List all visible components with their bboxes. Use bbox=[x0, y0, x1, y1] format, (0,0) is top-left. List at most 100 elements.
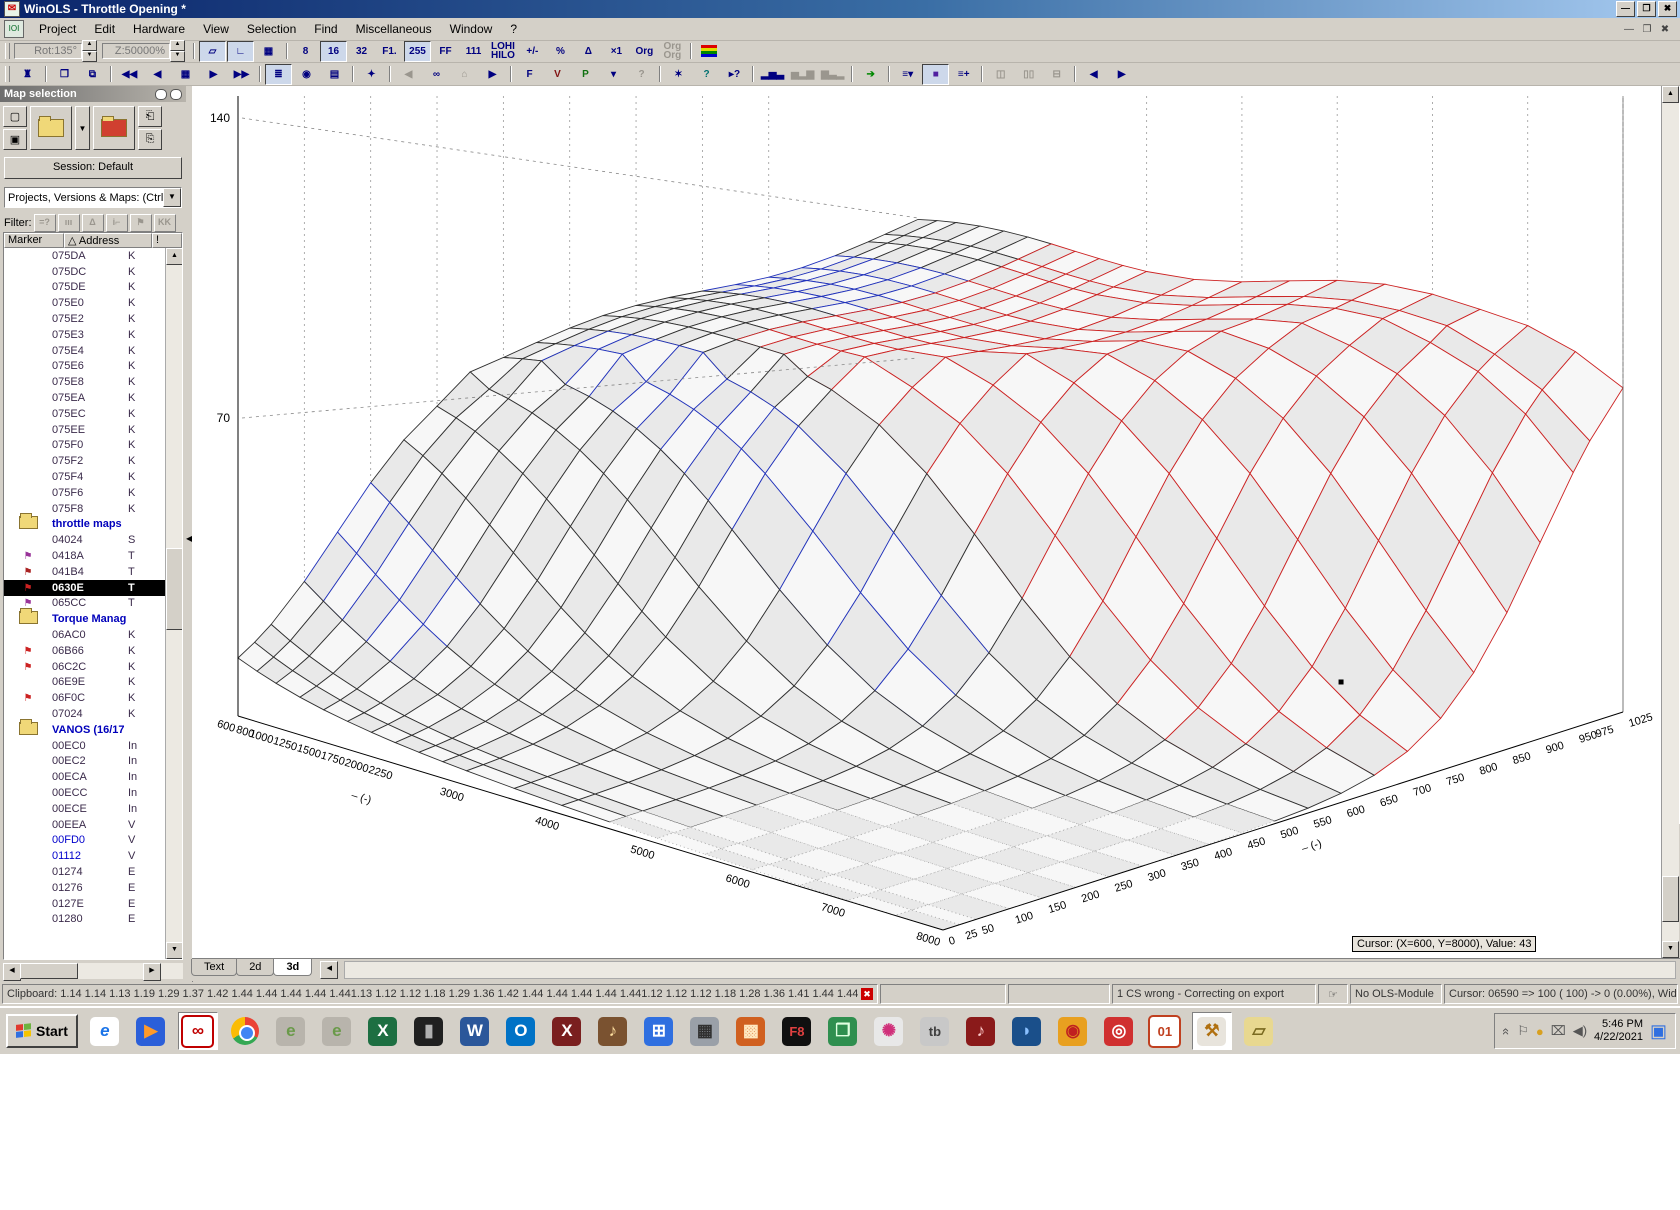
wrench-icon[interactable]: ⚒ bbox=[1191, 1012, 1232, 1050]
map-row[interactable]: 01274 E bbox=[4, 864, 182, 880]
map-row[interactable]: ⚑ 0418A T bbox=[4, 548, 182, 564]
scroll-left-icon[interactable]: ◀ bbox=[3, 963, 21, 981]
panel-restore-icon[interactable] bbox=[155, 88, 167, 100]
import-file-button[interactable]: ⎗ bbox=[138, 106, 162, 127]
menu-hardware[interactable]: Hardware bbox=[124, 20, 194, 38]
factor-button[interactable]: ×1 bbox=[602, 40, 630, 62]
internet-explorer-icon[interactable]: e bbox=[86, 1013, 124, 1049]
scroll-down-icon[interactable]: ▼ bbox=[166, 942, 182, 959]
new-project-button[interactable]: ▢ bbox=[3, 106, 27, 127]
show-mode-dropdown[interactable]: ▾ bbox=[600, 63, 627, 85]
show-values-button[interactable]: V bbox=[544, 63, 571, 85]
map-row[interactable]: 075F2 K bbox=[4, 453, 182, 469]
winols-app-icon[interactable]: ∞ bbox=[177, 1012, 218, 1050]
chrome-icon[interactable] bbox=[226, 1013, 264, 1049]
filter-button-2[interactable]: Δ bbox=[81, 214, 104, 232]
map-list-vertical-scrollbar[interactable]: ▲ ▼ bbox=[165, 248, 182, 959]
map-row[interactable]: ⚑ 0630E T bbox=[4, 579, 182, 596]
scroll-right-icon[interactable]: ▶ bbox=[143, 963, 161, 981]
scrollbar-thumb[interactable] bbox=[20, 963, 78, 979]
tb-tool-icon[interactable]: tb bbox=[916, 1013, 954, 1049]
map-row[interactable]: 075DE K bbox=[4, 280, 182, 296]
preview-button[interactable]: ◉ bbox=[293, 63, 320, 85]
last-map-button[interactable]: ▶▶ bbox=[228, 63, 255, 85]
original-button[interactable]: Org bbox=[630, 40, 658, 62]
map-row[interactable]: ⚑ 06C2C K bbox=[4, 659, 182, 675]
auto-search-button[interactable]: ✶ bbox=[665, 63, 692, 85]
import-project-button[interactable] bbox=[93, 106, 135, 150]
map-row[interactable]: 075E6 K bbox=[4, 359, 182, 375]
map-row[interactable]: 00ECA In bbox=[4, 769, 182, 785]
excel-icon[interactable]: X bbox=[364, 1013, 402, 1049]
menu-[interactable]: ? bbox=[501, 20, 526, 38]
map-row[interactable]: 075F6 K bbox=[4, 485, 182, 501]
media-grid-icon[interactable]: ▩ bbox=[732, 1013, 770, 1049]
surface-3d-mesh[interactable]: 7014060080010001250150017502000225030004… bbox=[192, 86, 1662, 958]
window-next-button[interactable]: ▶ bbox=[1108, 63, 1136, 85]
map-row[interactable]: 075E4 K bbox=[4, 343, 182, 359]
folder-row[interactable]: VANOS (16/17 bbox=[4, 718, 182, 738]
original-original-button[interactable]: Org Org bbox=[658, 40, 686, 62]
calculator-icon[interactable]: ▦ bbox=[686, 1013, 724, 1049]
guitar-tool-icon[interactable]: ♪ bbox=[594, 1013, 632, 1049]
eprom-chip-icon[interactable]: ▮ bbox=[410, 1013, 448, 1049]
byte-order-button[interactable]: LOHI HILO bbox=[488, 40, 518, 62]
upload-button[interactable]: ⌂ bbox=[451, 63, 478, 85]
map-3d-view-button[interactable]: ∟ bbox=[227, 40, 254, 62]
zoom-field-value[interactable]: Z:50000% bbox=[102, 43, 170, 59]
map-row[interactable]: 075EE K bbox=[4, 422, 182, 438]
show-desktop-icon[interactable]: ▣ bbox=[1650, 1021, 1667, 1042]
magic-hat-button[interactable]: ♜ bbox=[14, 63, 41, 85]
avg-lock-icon[interactable]: ◉ bbox=[1054, 1013, 1092, 1049]
map-row[interactable]: 0127E E bbox=[4, 896, 182, 912]
tray-alert-icon[interactable]: ● bbox=[1536, 1024, 1544, 1039]
map-row[interactable]: 075E2 K bbox=[4, 311, 182, 327]
ecu-tool-1-icon[interactable]: e bbox=[272, 1013, 310, 1049]
split-vertical-button[interactable]: ▯▯ bbox=[1015, 63, 1043, 85]
map-selection-title-bar[interactable]: Map selection bbox=[0, 86, 186, 102]
surface-plot-canvas[interactable]: 70 140 600 800 1000 1250 1500 1750 2000 2250 3000 4… bbox=[192, 86, 1662, 958]
map-selection-tree-button[interactable]: ≣ bbox=[265, 63, 292, 85]
mdi-minimize-icon[interactable]: — bbox=[1622, 24, 1636, 35]
save-project-button[interactable]: ▣ bbox=[3, 129, 27, 150]
map-row[interactable]: 01276 E bbox=[4, 880, 182, 896]
toolbar-grip[interactable] bbox=[5, 66, 10, 82]
filter-button-5[interactable]: KK bbox=[153, 214, 176, 232]
menu-project[interactable]: Project bbox=[30, 20, 85, 38]
tab-text[interactable]: Text bbox=[191, 959, 238, 976]
open-project-button[interactable] bbox=[30, 106, 72, 150]
documents-folder-icon[interactable]: ▱ bbox=[1240, 1013, 1278, 1049]
map-row[interactable]: 00EEA V bbox=[4, 817, 182, 833]
scroll-up-icon[interactable]: ▲ bbox=[1662, 86, 1679, 103]
signed-button[interactable]: +/- bbox=[518, 40, 546, 62]
format-binary-button[interactable]: 111 bbox=[460, 40, 487, 62]
column-header-address[interactable]: △ Address bbox=[64, 233, 152, 248]
format-8bit-button[interactable]: 8 bbox=[292, 40, 319, 62]
window-compare-button[interactable]: ⧉ bbox=[79, 63, 106, 85]
export-file-button[interactable]: ➔ bbox=[857, 63, 885, 85]
forward-button[interactable]: ▶ bbox=[479, 63, 506, 85]
show-percent-button[interactable]: P bbox=[572, 63, 599, 85]
map-row[interactable]: 00ECE In bbox=[4, 801, 182, 817]
thunderbird-icon[interactable]: ◗ bbox=[1008, 1013, 1046, 1049]
map-row[interactable]: ⚑ 06F0C K bbox=[4, 690, 182, 706]
chevron-down-icon[interactable]: ▼ bbox=[163, 188, 181, 207]
cube-01-icon[interactable]: 01 bbox=[1146, 1013, 1184, 1049]
tab-scroll-left-icon[interactable]: ◀ bbox=[320, 961, 339, 979]
map-row[interactable]: ⚑ 041B4 T bbox=[4, 564, 182, 580]
filter-button-0[interactable]: =? bbox=[33, 214, 56, 232]
show-factors-button[interactable]: F bbox=[516, 63, 543, 85]
connect-button[interactable]: ✦ bbox=[358, 63, 385, 85]
help-button[interactable]: ? bbox=[693, 63, 720, 85]
map-row[interactable]: ⚑ 06B66 K bbox=[4, 643, 182, 659]
tray-volume-icon[interactable]: ◀) bbox=[1573, 1023, 1587, 1039]
map-2d-view-button[interactable]: ▱ bbox=[199, 40, 226, 62]
chip-f8-icon[interactable]: F8 bbox=[778, 1013, 816, 1049]
folder-row[interactable]: throttle maps bbox=[4, 513, 182, 533]
start-button[interactable]: Start bbox=[6, 1014, 78, 1048]
signature-search-button[interactable]: ▂▅▃ bbox=[758, 63, 788, 85]
scrollbar-thumb[interactable] bbox=[1662, 876, 1679, 922]
export-file-button[interactable]: ⎘ bbox=[138, 129, 162, 150]
target-shield-icon[interactable]: ◎ bbox=[1100, 1013, 1138, 1049]
filter-button-1[interactable]: ııı bbox=[57, 214, 80, 232]
